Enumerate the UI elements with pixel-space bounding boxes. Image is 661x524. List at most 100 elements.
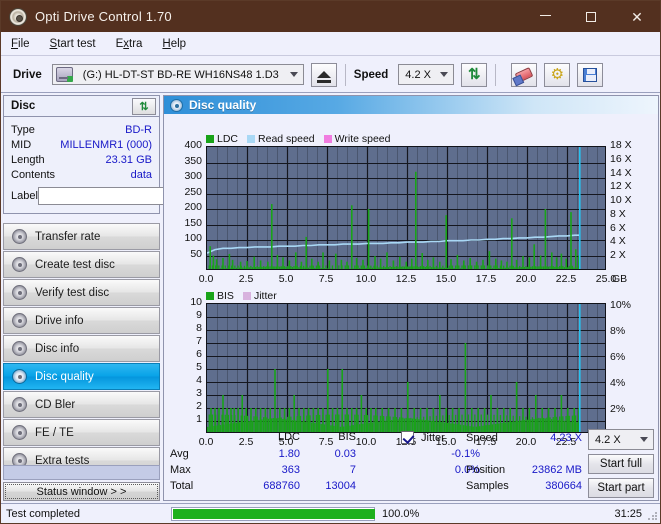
legend-swatch-icon [206, 292, 214, 300]
start-part-button[interactable]: Start part [588, 478, 654, 498]
sidebar-item-verify-test-disc[interactable]: Verify test disc [3, 279, 160, 306]
samples-stat-value: 380664 [545, 480, 582, 492]
eject-button[interactable] [310, 62, 337, 87]
disc-row-mid: MID MILLENMR1 (000) [11, 137, 152, 152]
sidebar-item-transfer-rate[interactable]: Transfer rate [3, 223, 160, 250]
disc-icon [12, 257, 27, 272]
y-tick-left: 4 [196, 374, 202, 386]
bottom-chart-legend: BIS Jitter [206, 290, 282, 302]
drive-select[interactable]: (G:) HL-DT-ST BD-RE WH16NS48 1.D3 [51, 64, 304, 85]
gears-icon: ⚙ [550, 66, 565, 83]
nav-list: Transfer rate Create test disc Verify te… [3, 223, 160, 474]
speed-select[interactable]: 4.2 X [398, 64, 455, 85]
x-tick: 12.5 [395, 273, 417, 285]
progress-fill [173, 508, 375, 519]
y-tick-left: 400 [184, 139, 202, 151]
sidebar-item-fe-te[interactable]: FE / TE [3, 419, 160, 446]
y-tick-right: 16 X [610, 152, 632, 165]
sidebar-label: Disc quality [35, 370, 94, 383]
samples-stat-label: Samples [466, 480, 509, 492]
legend-label: BIS [217, 290, 234, 302]
y-tick-left: 250 [184, 185, 202, 198]
start-full-button[interactable]: Start full [588, 454, 654, 474]
sidebar-label: Disc info [35, 342, 80, 355]
y-tick-left: 2 [196, 400, 202, 412]
disc-info-box: Type BD-R MID MILLENMR1 (000) Length 23.… [3, 117, 240, 214]
progress-bar [171, 506, 375, 521]
sidebar-item-disc-quality[interactable]: Disc quality [3, 363, 160, 390]
speed-select-value: 4.2 X [405, 68, 431, 81]
chevron-down-icon [640, 436, 648, 442]
close-button[interactable]: ✕ [614, 1, 660, 32]
tools-button[interactable]: ⚙ [544, 62, 571, 87]
refresh-button[interactable]: ⇅ [461, 62, 488, 87]
legend-item: Write speed [323, 133, 391, 145]
legend-label: Write speed [334, 133, 391, 145]
sidebar-label: Create test disc [35, 258, 115, 271]
erase-button[interactable] [511, 62, 538, 87]
y-tick-right: 4 X [610, 235, 626, 248]
menu-extra[interactable]: Extra [106, 35, 153, 53]
legend-label: Read speed [258, 133, 315, 145]
sidebar-item-cd-bler[interactable]: CD Bler [3, 391, 160, 418]
menu-file[interactable]: File [1, 35, 40, 53]
legend-swatch-icon [247, 135, 256, 143]
y-tick-left: 9 [196, 309, 202, 321]
position-stat-value: 23862 MB [531, 464, 582, 476]
page-title: Disc quality [189, 98, 257, 112]
disc-key-mid: MID [11, 138, 32, 151]
status-text: Test completed [6, 507, 80, 520]
disc-icon [12, 229, 27, 244]
stats-row-total: Total [170, 480, 194, 492]
x-axis-unit: GB [612, 273, 628, 285]
x-tick: 7.5 [318, 273, 334, 285]
jitter-checkbox[interactable] [401, 431, 414, 444]
maximize-button[interactable] [568, 1, 614, 32]
disc-value-mid: MILLENMR1 (000) [60, 138, 152, 151]
stats-avg-ldc: 1.80 [278, 448, 300, 460]
refresh-icon: ⇅ [139, 101, 149, 113]
stats-col-ldc: LDC [277, 431, 300, 443]
legend-swatch-icon [242, 292, 251, 300]
disc-value-length: 23.31 GB [105, 153, 152, 166]
legend-item: Jitter [242, 290, 277, 302]
y-tick-left: 300 [184, 170, 202, 182]
disc-key-label: Label [11, 190, 38, 202]
disc-refresh-button[interactable]: ⇅ [132, 98, 156, 115]
stats-row-avg: Avg [170, 448, 189, 460]
status-window-button[interactable]: Status window > > [3, 482, 160, 501]
disc-row-type: Type BD-R [11, 122, 152, 137]
y-tick-right: 6 X [610, 221, 626, 234]
y-tick-left: 5 [196, 361, 202, 373]
disc-quality-icon [170, 98, 183, 112]
x-tick: 10.0 [355, 273, 377, 285]
disc-key-type: Type [11, 123, 35, 136]
disc-key-length: Length [11, 153, 45, 166]
speed-stat-label: Speed [466, 432, 498, 444]
disc-icon [12, 285, 27, 300]
window-title: Opti Drive Control 1.70 [35, 9, 172, 24]
x-tick: 2.5 [238, 273, 254, 285]
sidebar-item-create-test-disc[interactable]: Create test disc [3, 251, 160, 278]
save-button[interactable] [577, 62, 604, 87]
legend-item: BIS [206, 290, 234, 302]
resize-grip[interactable] [647, 511, 657, 521]
stats-max-bis: 7 [349, 464, 356, 476]
y-tick-left: 8 [196, 322, 202, 334]
y-tick-left: 350 [184, 154, 202, 167]
sidebar-label: FE / TE [35, 426, 74, 439]
legend-item: Read speed [247, 133, 315, 145]
y-tick-right: 18 X [610, 139, 632, 151]
stats-total-ldc: 688760 [263, 480, 300, 492]
menu-help[interactable]: Help [152, 35, 196, 53]
test-speed-select[interactable]: 4.2 X [588, 429, 654, 450]
window-controls: ✕ [522, 1, 660, 32]
y-tick-left: 7 [196, 335, 202, 347]
sidebar-item-drive-info[interactable]: Drive info [3, 307, 160, 334]
minimize-button[interactable] [522, 1, 568, 32]
y-tick-right: 10 X [610, 194, 632, 207]
menu-bar: File Start test Extra Help [1, 32, 660, 56]
sidebar-item-disc-info[interactable]: Disc info [3, 335, 160, 362]
menu-start-test[interactable]: Start test [40, 35, 106, 53]
y-tick-right: 8% [610, 324, 626, 337]
